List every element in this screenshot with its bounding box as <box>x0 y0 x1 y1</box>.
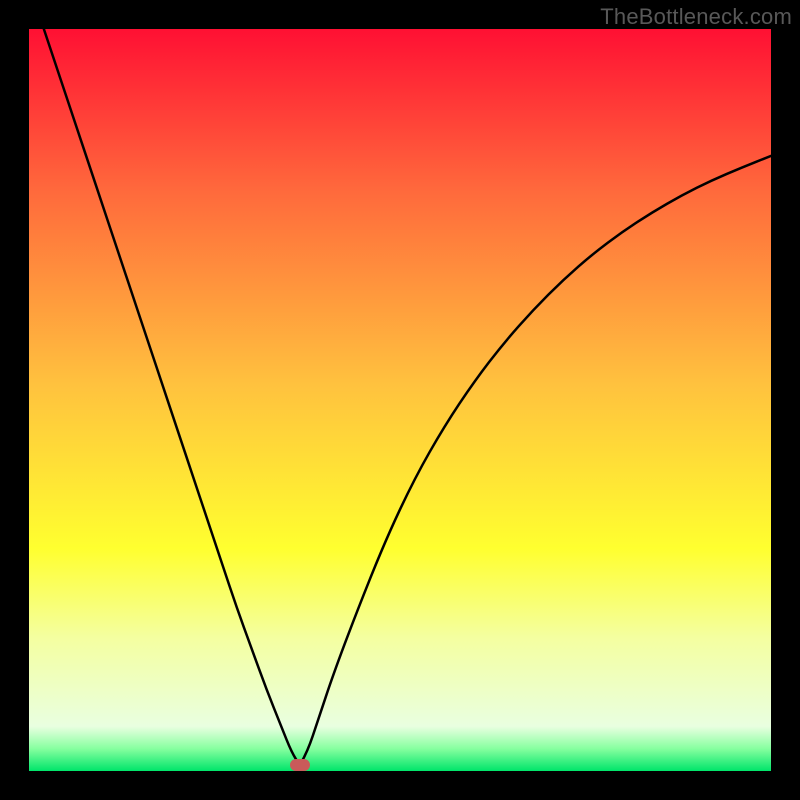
curve-layer <box>29 29 771 771</box>
chart-frame: TheBottleneck.com <box>0 0 800 800</box>
watermark-text: TheBottleneck.com <box>600 4 792 30</box>
series-bottleneck-right <box>300 156 771 765</box>
plot-area <box>29 29 771 771</box>
optimum-marker <box>290 759 310 771</box>
series-bottleneck-left <box>44 29 300 765</box>
